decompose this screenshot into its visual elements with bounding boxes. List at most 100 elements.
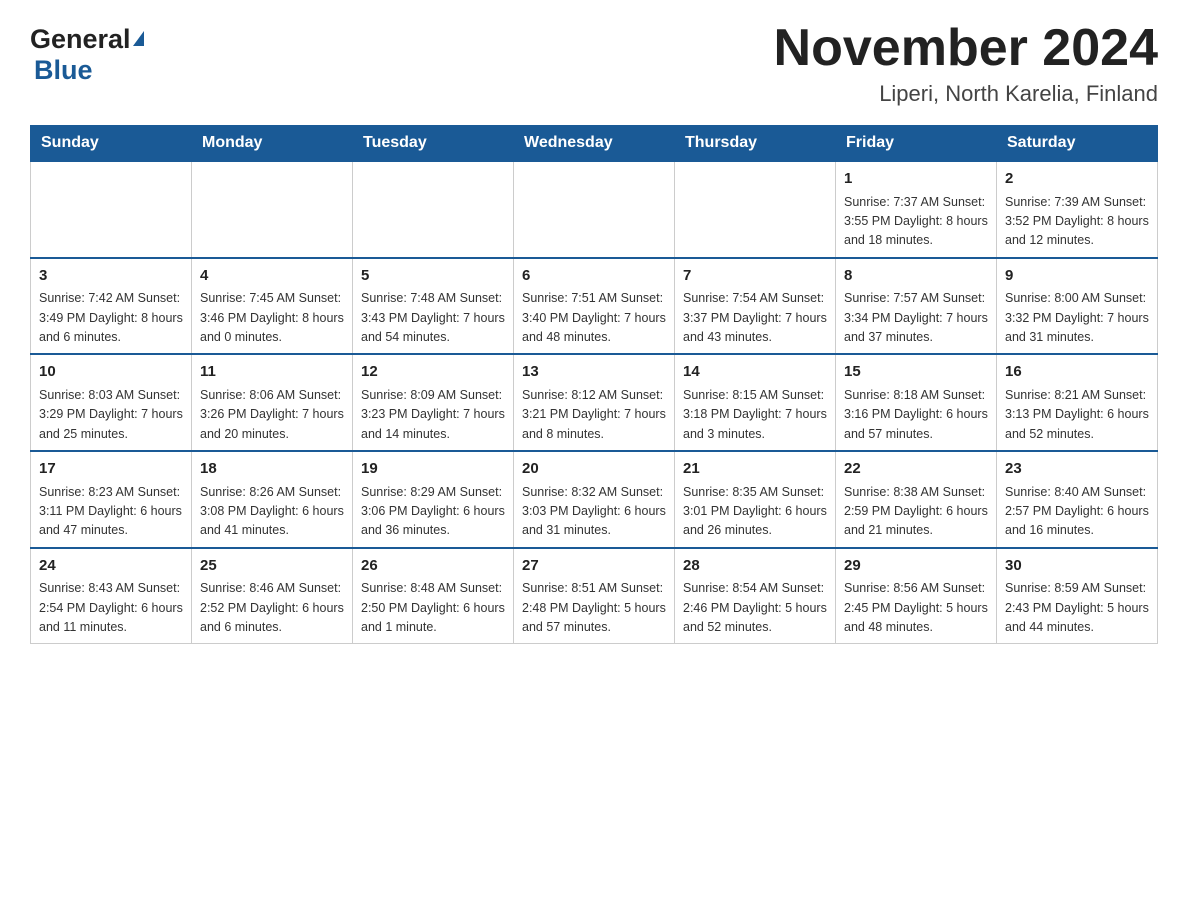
title-block: November 2024 Liperi, North Karelia, Fin… — [774, 20, 1158, 107]
day-info: Sunrise: 8:32 AM Sunset: 3:03 PM Dayligh… — [522, 483, 666, 541]
day-info: Sunrise: 8:06 AM Sunset: 3:26 PM Dayligh… — [200, 386, 344, 444]
day-info: Sunrise: 7:57 AM Sunset: 3:34 PM Dayligh… — [844, 289, 988, 347]
day-number: 18 — [200, 458, 344, 481]
location-subtitle: Liperi, North Karelia, Finland — [774, 81, 1158, 107]
week-row-4: 17Sunrise: 8:23 AM Sunset: 3:11 PM Dayli… — [31, 451, 1158, 548]
day-number: 11 — [200, 361, 344, 384]
day-number: 28 — [683, 555, 827, 578]
day-cell: 16Sunrise: 8:21 AM Sunset: 3:13 PM Dayli… — [997, 354, 1158, 451]
col-sunday: Sunday — [31, 126, 192, 162]
day-number: 12 — [361, 361, 505, 384]
day-number: 27 — [522, 555, 666, 578]
month-title: November 2024 — [774, 20, 1158, 77]
day-info: Sunrise: 8:12 AM Sunset: 3:21 PM Dayligh… — [522, 386, 666, 444]
day-cell: 8Sunrise: 7:57 AM Sunset: 3:34 PM Daylig… — [836, 258, 997, 355]
day-info: Sunrise: 8:03 AM Sunset: 3:29 PM Dayligh… — [39, 386, 183, 444]
day-number: 29 — [844, 555, 988, 578]
day-number: 30 — [1005, 555, 1149, 578]
day-info: Sunrise: 7:45 AM Sunset: 3:46 PM Dayligh… — [200, 289, 344, 347]
logo: General Blue — [30, 20, 144, 86]
day-cell: 3Sunrise: 7:42 AM Sunset: 3:49 PM Daylig… — [31, 258, 192, 355]
week-row-5: 24Sunrise: 8:43 AM Sunset: 2:54 PM Dayli… — [31, 548, 1158, 644]
day-cell: 11Sunrise: 8:06 AM Sunset: 3:26 PM Dayli… — [192, 354, 353, 451]
day-cell: 23Sunrise: 8:40 AM Sunset: 2:57 PM Dayli… — [997, 451, 1158, 548]
day-number: 20 — [522, 458, 666, 481]
day-number: 3 — [39, 265, 183, 288]
day-number: 25 — [200, 555, 344, 578]
day-cell: 19Sunrise: 8:29 AM Sunset: 3:06 PM Dayli… — [353, 451, 514, 548]
col-monday: Monday — [192, 126, 353, 162]
day-info: Sunrise: 8:35 AM Sunset: 3:01 PM Dayligh… — [683, 483, 827, 541]
day-info: Sunrise: 7:51 AM Sunset: 3:40 PM Dayligh… — [522, 289, 666, 347]
day-cell: 22Sunrise: 8:38 AM Sunset: 2:59 PM Dayli… — [836, 451, 997, 548]
col-thursday: Thursday — [675, 126, 836, 162]
day-number: 10 — [39, 361, 183, 384]
day-info: Sunrise: 7:37 AM Sunset: 3:55 PM Dayligh… — [844, 193, 988, 251]
day-cell: 1Sunrise: 7:37 AM Sunset: 3:55 PM Daylig… — [836, 161, 997, 258]
day-number: 7 — [683, 265, 827, 288]
day-info: Sunrise: 8:51 AM Sunset: 2:48 PM Dayligh… — [522, 579, 666, 637]
day-info: Sunrise: 8:18 AM Sunset: 3:16 PM Dayligh… — [844, 386, 988, 444]
day-info: Sunrise: 8:38 AM Sunset: 2:59 PM Dayligh… — [844, 483, 988, 541]
day-info: Sunrise: 7:42 AM Sunset: 3:49 PM Dayligh… — [39, 289, 183, 347]
day-cell: 18Sunrise: 8:26 AM Sunset: 3:08 PM Dayli… — [192, 451, 353, 548]
day-cell: 27Sunrise: 8:51 AM Sunset: 2:48 PM Dayli… — [514, 548, 675, 644]
day-number: 1 — [844, 168, 988, 191]
day-cell: 24Sunrise: 8:43 AM Sunset: 2:54 PM Dayli… — [31, 548, 192, 644]
logo-blue-text: Blue — [34, 55, 93, 85]
day-cell: 15Sunrise: 8:18 AM Sunset: 3:16 PM Dayli… — [836, 354, 997, 451]
day-cell: 30Sunrise: 8:59 AM Sunset: 2:43 PM Dayli… — [997, 548, 1158, 644]
day-number: 24 — [39, 555, 183, 578]
day-cell: 20Sunrise: 8:32 AM Sunset: 3:03 PM Dayli… — [514, 451, 675, 548]
day-info: Sunrise: 8:23 AM Sunset: 3:11 PM Dayligh… — [39, 483, 183, 541]
day-number: 9 — [1005, 265, 1149, 288]
day-cell — [514, 161, 675, 258]
day-cell: 14Sunrise: 8:15 AM Sunset: 3:18 PM Dayli… — [675, 354, 836, 451]
day-cell — [675, 161, 836, 258]
week-row-3: 10Sunrise: 8:03 AM Sunset: 3:29 PM Dayli… — [31, 354, 1158, 451]
day-info: Sunrise: 8:15 AM Sunset: 3:18 PM Dayligh… — [683, 386, 827, 444]
day-number: 6 — [522, 265, 666, 288]
day-number: 4 — [200, 265, 344, 288]
day-info: Sunrise: 8:40 AM Sunset: 2:57 PM Dayligh… — [1005, 483, 1149, 541]
day-info: Sunrise: 7:54 AM Sunset: 3:37 PM Dayligh… — [683, 289, 827, 347]
day-cell — [192, 161, 353, 258]
day-number: 17 — [39, 458, 183, 481]
day-number: 14 — [683, 361, 827, 384]
day-cell: 13Sunrise: 8:12 AM Sunset: 3:21 PM Dayli… — [514, 354, 675, 451]
day-info: Sunrise: 8:43 AM Sunset: 2:54 PM Dayligh… — [39, 579, 183, 637]
day-number: 21 — [683, 458, 827, 481]
day-info: Sunrise: 8:29 AM Sunset: 3:06 PM Dayligh… — [361, 483, 505, 541]
day-info: Sunrise: 8:54 AM Sunset: 2:46 PM Dayligh… — [683, 579, 827, 637]
day-info: Sunrise: 8:00 AM Sunset: 3:32 PM Dayligh… — [1005, 289, 1149, 347]
day-number: 13 — [522, 361, 666, 384]
day-info: Sunrise: 7:39 AM Sunset: 3:52 PM Dayligh… — [1005, 193, 1149, 251]
day-number: 8 — [844, 265, 988, 288]
day-cell: 29Sunrise: 8:56 AM Sunset: 2:45 PM Dayli… — [836, 548, 997, 644]
page-header: General Blue November 2024 Liperi, North… — [30, 20, 1158, 107]
day-number: 23 — [1005, 458, 1149, 481]
day-info: Sunrise: 8:09 AM Sunset: 3:23 PM Dayligh… — [361, 386, 505, 444]
calendar-header-row: Sunday Monday Tuesday Wednesday Thursday… — [31, 126, 1158, 162]
col-wednesday: Wednesday — [514, 126, 675, 162]
week-row-2: 3Sunrise: 7:42 AM Sunset: 3:49 PM Daylig… — [31, 258, 1158, 355]
col-saturday: Saturday — [997, 126, 1158, 162]
day-cell — [31, 161, 192, 258]
day-cell — [353, 161, 514, 258]
logo-general-text: General — [30, 24, 131, 55]
col-friday: Friday — [836, 126, 997, 162]
day-cell: 5Sunrise: 7:48 AM Sunset: 3:43 PM Daylig… — [353, 258, 514, 355]
day-number: 19 — [361, 458, 505, 481]
col-tuesday: Tuesday — [353, 126, 514, 162]
day-cell: 28Sunrise: 8:54 AM Sunset: 2:46 PM Dayli… — [675, 548, 836, 644]
day-cell: 7Sunrise: 7:54 AM Sunset: 3:37 PM Daylig… — [675, 258, 836, 355]
day-cell: 12Sunrise: 8:09 AM Sunset: 3:23 PM Dayli… — [353, 354, 514, 451]
day-info: Sunrise: 8:59 AM Sunset: 2:43 PM Dayligh… — [1005, 579, 1149, 637]
day-number: 22 — [844, 458, 988, 481]
week-row-1: 1Sunrise: 7:37 AM Sunset: 3:55 PM Daylig… — [31, 161, 1158, 258]
day-number: 26 — [361, 555, 505, 578]
day-cell: 26Sunrise: 8:48 AM Sunset: 2:50 PM Dayli… — [353, 548, 514, 644]
day-info: Sunrise: 8:21 AM Sunset: 3:13 PM Dayligh… — [1005, 386, 1149, 444]
day-info: Sunrise: 8:26 AM Sunset: 3:08 PM Dayligh… — [200, 483, 344, 541]
calendar-table: Sunday Monday Tuesday Wednesday Thursday… — [30, 125, 1158, 644]
